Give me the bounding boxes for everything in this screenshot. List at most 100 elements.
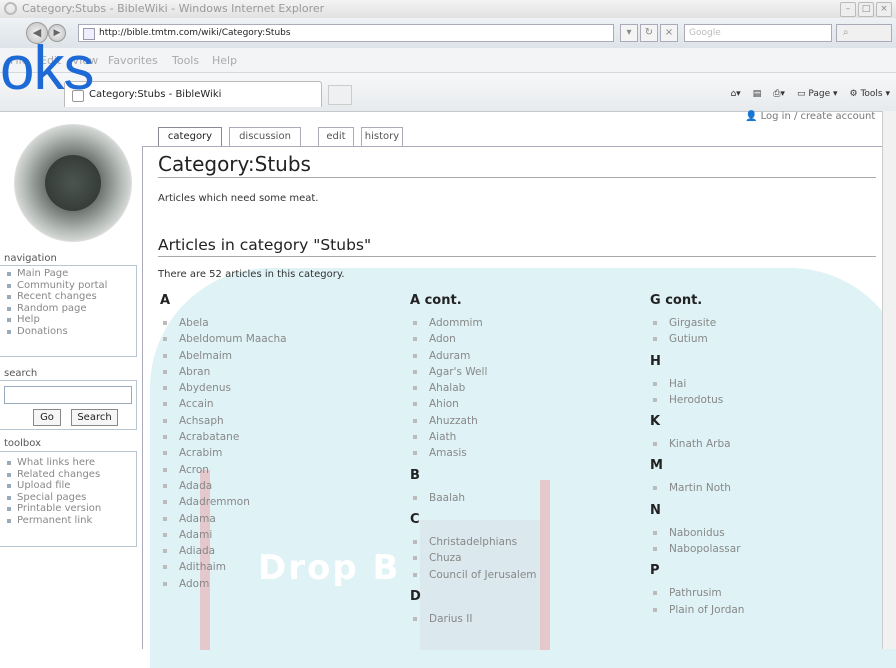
browser-tab[interactable]: Category:Stubs - BibleWiki [64,81,322,107]
nav-random-page[interactable]: Random page [5,303,136,315]
new-tab-button[interactable] [328,85,352,105]
menu-favorites[interactable]: Favorites [108,54,158,67]
url-text: http://bible.tmtm.com/wiki/Category:Stub… [99,28,291,38]
refresh-icon[interactable]: ↻ [640,24,658,42]
article-link[interactable]: Darius II [410,612,640,628]
tool-related-changes[interactable]: Related changes [5,469,136,481]
stop-icon[interactable]: × [660,24,678,42]
letter-section: C Christadelphians Chuza Council of Jerusal… [410,512,640,584]
go-button[interactable]: Go [33,409,61,426]
article-link[interactable]: Abydenus [160,381,390,397]
article-link[interactable]: Abelmaim [160,349,390,365]
article-link[interactable]: Martin Noth [650,481,880,497]
login-link[interactable]: 👤 Log in / create account [745,111,875,122]
nav-main-page[interactable]: Main Page [5,268,136,280]
search-button[interactable]: Search [71,409,118,426]
article-link[interactable]: Nabopolassar [650,542,880,558]
maximize-button[interactable]: □ [858,2,874,17]
tab-history[interactable]: history [361,127,403,146]
article-link[interactable]: Pathrusim [650,586,880,602]
article-link[interactable]: Hai [650,377,880,393]
tool-special-pages[interactable]: Special pages [5,492,136,504]
nav-community-portal[interactable]: Community portal [5,280,136,292]
tool-what-links-here[interactable]: What links here [5,457,136,469]
url-field[interactable]: http://bible.tmtm.com/wiki/Category:Stub… [78,24,614,42]
column-3: G cont. Girgasite Gutium H Hai Herodotus K Kina… [650,294,880,625]
article-link[interactable]: Amasis [410,446,640,462]
menu-help[interactable]: Help [212,54,237,67]
minimize-button[interactable]: – [840,2,856,17]
article-link[interactable]: Kinath Arba [650,437,880,453]
article-link[interactable]: Adama [160,512,390,528]
home-icon[interactable]: ⌂▾ [730,89,740,99]
article-link[interactable]: Plain of Jordan [650,603,880,619]
article-link[interactable]: Ahion [410,397,640,413]
article-link[interactable]: Ahalab [410,381,640,397]
tab-discussion[interactable]: discussion [229,127,301,146]
article-link[interactable]: Abela [160,316,390,332]
menu-tools[interactable]: Tools [172,54,199,67]
article-link[interactable]: Acrabatane [160,430,390,446]
tools-menu[interactable]: ⚙ Tools ▾ [850,89,891,99]
article-link[interactable]: Acron [160,463,390,479]
wiki-search-input[interactable] [4,386,132,404]
article-link[interactable]: Girgasite [650,316,880,332]
article-link[interactable]: Adami [160,528,390,544]
title-divider [158,177,876,178]
column-2: A cont. Adommim Adon Aduram Agar's Well Ahala… [410,294,640,634]
scrollbar[interactable] [882,111,896,649]
article-link[interactable]: Chuza [410,551,640,567]
overlay-text: oks [0,34,94,103]
article-link[interactable]: Nabonidus [650,526,880,542]
article-link[interactable]: Herodotus [650,393,880,409]
page-menu[interactable]: ▭ Page ▾ [797,89,838,99]
feeds-icon[interactable]: ▤ [753,89,762,99]
article-link[interactable]: Aiath [410,430,640,446]
letter-heading: D [410,588,421,604]
article-link[interactable]: Agar's Well [410,365,640,381]
search-heading: search [4,368,38,379]
tab-edit[interactable]: edit [318,127,354,146]
page-title: Category:Stubs [158,152,311,176]
article-link[interactable]: Abran [160,365,390,381]
nav-help[interactable]: Help [5,314,136,326]
article-link[interactable]: Abeldomum Maacha [160,332,390,348]
article-link[interactable]: Council of Jerusalem [410,568,640,584]
article-link[interactable]: Achsaph [160,414,390,430]
article-link[interactable]: Ahuzzath [410,414,640,430]
nav-donations[interactable]: Donations [5,326,136,338]
close-button[interactable]: × [876,2,892,17]
article-link[interactable]: Baalah [410,491,640,507]
toolbox-portlet: What links here Related changes Upload f… [0,451,137,547]
print-icon[interactable]: ⎙▾ [773,89,785,99]
command-bar: ⌂▾ ▤ ⎙▾ ▭ Page ▾ ⚙ Tools ▾ [730,89,890,99]
article-link[interactable]: Accain [160,397,390,413]
wiki-logo[interactable] [14,124,132,242]
article-link[interactable]: Gutium [650,332,880,348]
tool-permanent-link[interactable]: Permanent link [5,515,136,527]
article-link[interactable]: Adada [160,479,390,495]
article-link[interactable]: Adommim [410,316,640,332]
window-title: Category:Stubs - BibleWiki - Windows Int… [22,2,325,15]
letter-heading: A cont. [410,293,462,308]
letter-section: K Kinath Arba [650,415,880,453]
article-link[interactable]: Adon [410,332,640,348]
article-link[interactable]: Acrabim [160,446,390,462]
watermark-text: Drop B [258,548,401,588]
nav-recent-changes[interactable]: Recent changes [5,291,136,303]
letter-section: N Nabonidus Nabopolassar [650,502,880,559]
article-link[interactable]: Christadelphians [410,535,640,551]
tab-category[interactable]: category [158,127,222,146]
dropdown-icon[interactable]: ▾ [620,24,638,42]
search-field[interactable]: Google [684,24,832,42]
address-toolbar: ◀ ▶ http://bible.tmtm.com/wiki/Category:… [0,18,896,48]
tool-upload-file[interactable]: Upload file [5,480,136,492]
article-link[interactable]: Adadremmon [160,495,390,511]
letter-heading: N [650,502,661,518]
letter-section: D Darius II [410,588,640,628]
tool-printable-version[interactable]: Printable version [5,503,136,515]
user-icon: 👤 [745,111,761,122]
tab-bar: Category:Stubs - BibleWiki ⌂▾ ▤ ⎙▾ ▭ Pag… [0,73,896,112]
article-link[interactable]: Aduram [410,349,640,365]
search-icon[interactable]: ⌕ [836,24,892,42]
